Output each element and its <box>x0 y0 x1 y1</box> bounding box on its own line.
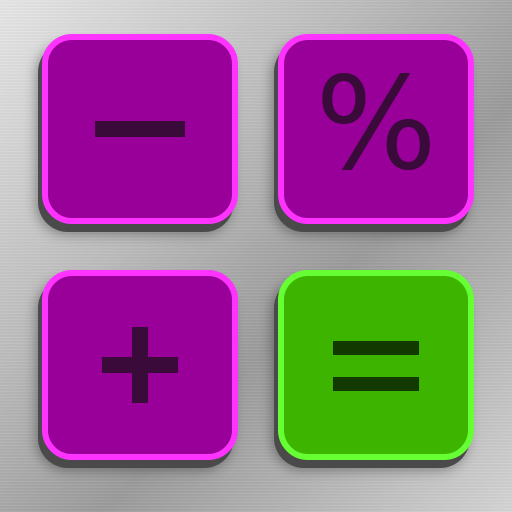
plus-key[interactable] <box>42 270 238 460</box>
equals-icon <box>333 337 419 393</box>
percent-key[interactable]: % <box>278 34 474 224</box>
minus-key[interactable] <box>42 34 238 224</box>
plus-icon <box>102 327 178 403</box>
percent-icon: % <box>315 50 437 199</box>
minus-icon <box>95 121 185 137</box>
equals-key[interactable] <box>278 270 474 460</box>
